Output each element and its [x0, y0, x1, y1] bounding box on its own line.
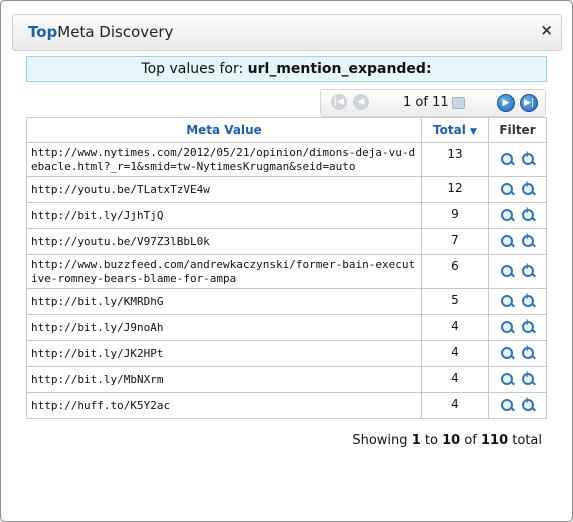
magnifier-plus-icon[interactable]: +: [521, 370, 536, 387]
filter-cell: +: [488, 392, 547, 419]
meta-value-cell: http://bit.ly/JjhTjQ: [26, 202, 422, 229]
title-rest: Meta Discovery: [57, 23, 174, 41]
table-row: http://bit.ly/JK2HPt 4 +: [26, 340, 547, 367]
total-cell: 9: [421, 202, 489, 229]
next-page-icon[interactable]: ▶: [497, 94, 515, 112]
magnifier-icon[interactable]: [500, 234, 515, 249]
magnifier-plus-icon[interactable]: +: [521, 292, 536, 309]
total-cell: 12: [421, 176, 489, 203]
meta-value-cell: http://bit.ly/JK2HPt: [26, 340, 422, 367]
filter-cell: +: [488, 314, 547, 341]
total-cell: 5: [421, 288, 489, 315]
topmeta-dialog: TopMeta Discovery × Top values for: url_…: [0, 0, 573, 522]
filter-cell: +: [488, 340, 547, 367]
magnifier-plus-icon[interactable]: +: [521, 206, 536, 223]
total-header[interactable]: Total ▼: [421, 117, 489, 143]
meta-value-header[interactable]: Meta Value: [26, 117, 422, 143]
table-row: http://youtu.be/TLatxTzVE4w 12 +: [26, 176, 547, 203]
dialog-title: TopMeta Discovery: [28, 23, 173, 41]
magnifier-icon[interactable]: [500, 346, 515, 361]
filter-cell: +: [488, 366, 547, 393]
magnifier-icon[interactable]: [500, 294, 515, 309]
page-indicator: 1 of 11: [403, 95, 449, 110]
results-summary: Showing 1 to 10 of 110 total: [352, 433, 542, 448]
magnifier-icon[interactable]: [500, 264, 515, 279]
title-brand: Top: [28, 23, 58, 41]
total-cell: 13: [421, 142, 489, 177]
filter-cell: +: [488, 142, 547, 177]
meta-value-cell: http://bit.ly/MbNXrm: [26, 366, 422, 393]
table-row: http://bit.ly/MbNXrm 4 +: [26, 366, 547, 393]
total-cell: 4: [421, 366, 489, 393]
filter-header: Filter: [488, 117, 547, 143]
top-values-prefix: Top values for:: [141, 61, 244, 77]
close-icon[interactable]: ×: [540, 21, 553, 39]
table-row: http://www.buzzfeed.com/andrewkaczynski/…: [26, 254, 547, 289]
meta-value-cell: http://youtu.be/TLatxTzVE4w: [26, 176, 422, 203]
last-page-icon[interactable]: ▶|: [520, 94, 538, 112]
table-row: http://huff.to/K5Y2ac 4 +: [26, 392, 547, 419]
pager: |◀ ◀ 1 of 11 ▶ ▶|: [320, 89, 546, 117]
total-cell: 4: [421, 314, 489, 341]
meta-value-cell: http://huff.to/K5Y2ac: [26, 392, 422, 419]
magnifier-plus-icon[interactable]: +: [521, 344, 536, 361]
top-values-banner: Top values for: url_mention_expanded:: [26, 56, 547, 82]
meta-table: Meta Value Total ▼ Filter http://www.nyt…: [26, 117, 547, 419]
magnifier-icon[interactable]: [500, 152, 515, 167]
prev-page-icon[interactable]: ◀: [353, 94, 369, 110]
top-values-field: url_mention_expanded:: [247, 61, 432, 77]
total-cell: 4: [421, 392, 489, 419]
range-end: 10: [442, 433, 461, 448]
total-cell: 6: [421, 254, 489, 289]
table-row: http://bit.ly/KMRDhG 5 +: [26, 288, 547, 315]
total-label: total: [512, 433, 542, 448]
total-cell: 4: [421, 340, 489, 367]
magnifier-icon[interactable]: [500, 208, 515, 223]
total-cell: 7: [421, 228, 489, 255]
to-label: to: [424, 433, 438, 448]
table-row: http://bit.ly/J9noAh 4 +: [26, 314, 547, 341]
sort-desc-icon: ▼: [470, 127, 477, 137]
meta-value-cell: http://www.nytimes.com/2012/05/21/opinio…: [26, 142, 422, 177]
first-page-icon[interactable]: |◀: [331, 94, 347, 110]
filter-cell: +: [488, 254, 547, 289]
showing-label: Showing: [352, 433, 408, 448]
magnifier-icon[interactable]: [500, 398, 515, 413]
total-count: 110: [480, 433, 509, 448]
filter-cell: +: [488, 202, 547, 229]
filter-cell: +: [488, 288, 547, 315]
magnifier-icon[interactable]: [500, 182, 515, 197]
meta-value-cell: http://youtu.be/V97Z3lBbL0k: [26, 228, 422, 255]
magnifier-plus-icon[interactable]: +: [521, 232, 536, 249]
table-row: http://www.nytimes.com/2012/05/21/opinio…: [26, 142, 547, 177]
filter-cell: +: [488, 228, 547, 255]
magnifier-plus-icon[interactable]: +: [521, 396, 536, 413]
filter-cell: +: [488, 176, 547, 203]
table-row: http://bit.ly/JjhTjQ 9 +: [26, 202, 547, 229]
meta-value-cell: http://bit.ly/KMRDhG: [26, 288, 422, 315]
total-header-label: Total: [433, 123, 466, 137]
magnifier-plus-icon[interactable]: +: [521, 180, 536, 197]
range-start: 1: [411, 433, 421, 448]
magnifier-plus-icon[interactable]: +: [521, 150, 536, 167]
magnifier-icon[interactable]: [500, 372, 515, 387]
magnifier-plus-icon[interactable]: +: [521, 262, 536, 279]
refresh-icon[interactable]: [452, 97, 465, 109]
of-label: of: [464, 433, 477, 448]
magnifier-plus-icon[interactable]: +: [521, 318, 536, 335]
meta-value-cell: http://bit.ly/J9noAh: [26, 314, 422, 341]
meta-value-cell: http://www.buzzfeed.com/andrewkaczynski/…: [26, 254, 422, 289]
table-row: http://youtu.be/V97Z3lBbL0k 7 +: [26, 228, 547, 255]
magnifier-icon[interactable]: [500, 320, 515, 335]
title-bar: TopMeta Discovery ×: [12, 14, 562, 51]
